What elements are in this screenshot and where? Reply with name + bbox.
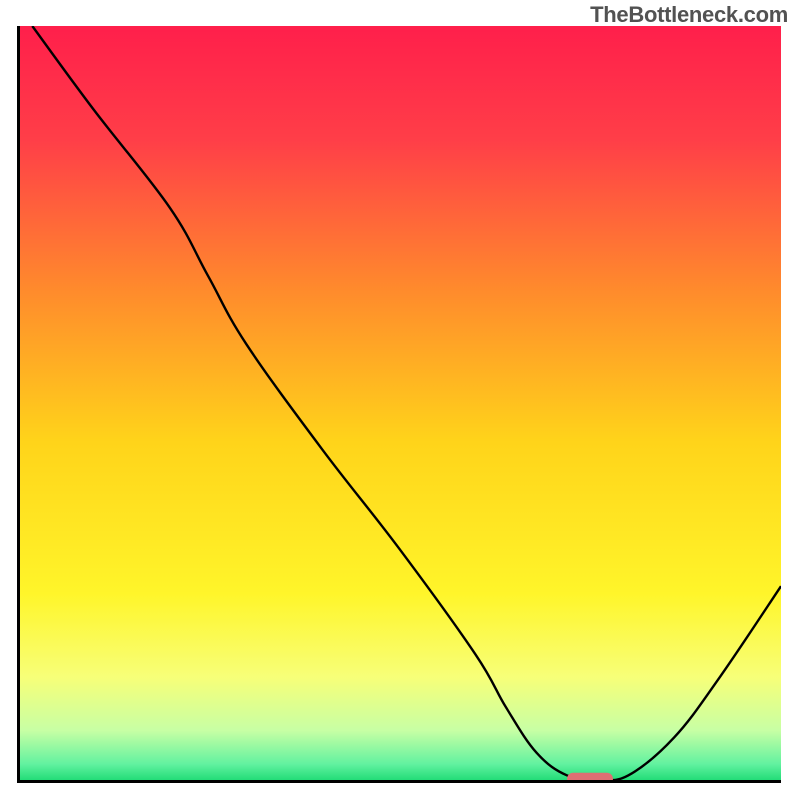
axes-frame [17, 26, 781, 783]
watermark-text: TheBottleneck.com [590, 2, 788, 28]
